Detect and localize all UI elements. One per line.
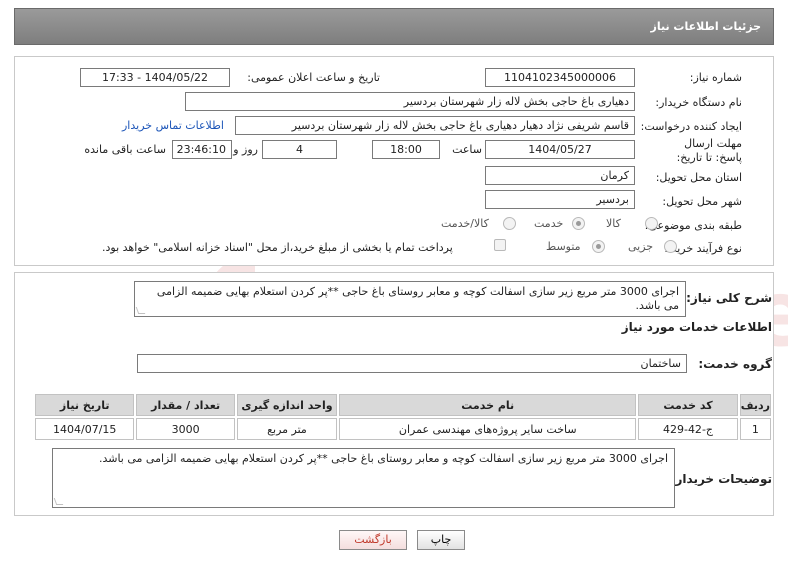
category-goods-service-option: کالا/خدمت	[441, 217, 489, 230]
cell-service-name: ساخت سایر پروژه‌های مهندسی عمران	[339, 418, 637, 440]
province-label: استان محل تحویل:	[655, 171, 742, 184]
buyer-notes-text: اجرای 3000 متر مربع زیر سازی اسفالت کوچه…	[98, 452, 668, 465]
need-number-field: 1104102345000006	[485, 68, 635, 87]
resize-handle-icon[interactable]	[135, 307, 146, 314]
treasury-bonds-checkbox[interactable]	[494, 239, 506, 251]
request-creator-label: ایجاد کننده درخواست:	[640, 120, 742, 133]
cell-service-code: ج-42-429	[638, 418, 738, 440]
category-goods-service-radio[interactable]	[503, 217, 516, 230]
services-table-header: ردیف کد خدمت نام خدمت واحد اندازه گیری ت…	[35, 394, 771, 416]
announce-datetime-label: تاریخ و ساعت اعلان عمومی:	[247, 71, 380, 84]
col-row-header: ردیف	[739, 394, 771, 416]
need-number-label: شماره نیاز:	[689, 71, 742, 84]
buyer-notes-label: توضیحات خریدار:	[670, 472, 772, 486]
remaining-time-field: 23:46:10	[172, 140, 232, 159]
back-button[interactable]: بازگشت	[339, 530, 407, 550]
process-medium-option: متوسط	[546, 240, 581, 253]
treasury-bonds-note: پرداخت تمام یا بخشی از مبلغ خرید،از محل …	[102, 241, 453, 254]
print-button[interactable]: چاپ	[417, 530, 465, 550]
deadline-time-field: 18:00	[372, 140, 440, 159]
services-section-title: اطلاعات خدمات مورد نیاز	[621, 320, 772, 334]
category-goods-radio[interactable]	[645, 217, 658, 230]
category-service-radio[interactable]	[572, 217, 585, 230]
page-title-bar: جزئیات اطلاعات نیاز	[14, 8, 774, 45]
province-field: کرمان	[485, 166, 635, 185]
process-minor-option: جزیی	[628, 240, 654, 253]
buyer-contact-link[interactable]: اطلاعات تماس خریدار	[122, 119, 224, 132]
cell-unit: متر مربع	[236, 418, 338, 440]
resize-handle-icon[interactable]	[53, 498, 64, 505]
city-field: بردسیر	[485, 190, 635, 209]
request-creator-field: قاسم شریفی نژاد دهیار دهیاری باغ حاجی بخ…	[235, 116, 635, 135]
service-group-label: گروه خدمت:	[698, 357, 772, 371]
service-group-field: ساختمان	[137, 354, 687, 373]
cell-need-date: 1404/07/15	[35, 418, 135, 440]
deadline-date-field: 1404/05/27	[485, 140, 635, 159]
cell-quantity: 3000	[136, 418, 235, 440]
remaining-days-field: 4	[262, 140, 337, 159]
days-label: روز و	[233, 143, 258, 156]
buyer-org-field: دهیاری باغ حاجی بخش لاله زار شهرستان برد…	[185, 92, 635, 111]
process-minor-radio[interactable]	[664, 240, 677, 253]
remaining-time-label: ساعت باقی مانده	[84, 143, 166, 156]
description-text: اجرای 3000 متر مربع زیر سازی اسفالت کوچه…	[156, 285, 679, 312]
category-service-option: خدمت	[534, 217, 564, 230]
city-label: شهر محل تحویل:	[662, 195, 742, 208]
description-label: شرح کلی نیاز:	[686, 291, 772, 305]
process-medium-radio[interactable]	[592, 240, 605, 253]
table-row: 1 ج-42-429 ساخت سایر پروژه‌های مهندسی عم…	[35, 418, 771, 440]
col-need-date-header: تاریخ نیاز	[35, 394, 135, 416]
services-table: ردیف کد خدمت نام خدمت واحد اندازه گیری ت…	[33, 392, 773, 442]
announce-datetime-field: 1404/05/22 - 17:33	[80, 68, 230, 87]
category-goods-option: کالا	[606, 217, 621, 230]
page-title: جزئیات اطلاعات نیاز	[650, 20, 762, 33]
col-unit-header: واحد اندازه گیری	[236, 394, 338, 416]
deadline-label: مهلت ارسال پاسخ: تا تاریخ:	[676, 137, 742, 164]
col-quantity-header: تعداد / مقدار	[136, 394, 235, 416]
category-label: طبقه بندی موضوعی:	[644, 219, 742, 232]
cell-row-number: 1	[739, 418, 771, 440]
description-textarea[interactable]: اجرای 3000 متر مربع زیر سازی اسفالت کوچه…	[134, 281, 686, 317]
col-service-name-header: نام خدمت	[339, 394, 637, 416]
deadline-time-label: ساعت	[452, 143, 482, 156]
buyer-org-label: نام دستگاه خریدار:	[655, 96, 742, 109]
col-service-code-header: کد خدمت	[638, 394, 738, 416]
buyer-notes-textarea[interactable]: اجرای 3000 متر مربع زیر سازی اسفالت کوچه…	[52, 448, 675, 508]
